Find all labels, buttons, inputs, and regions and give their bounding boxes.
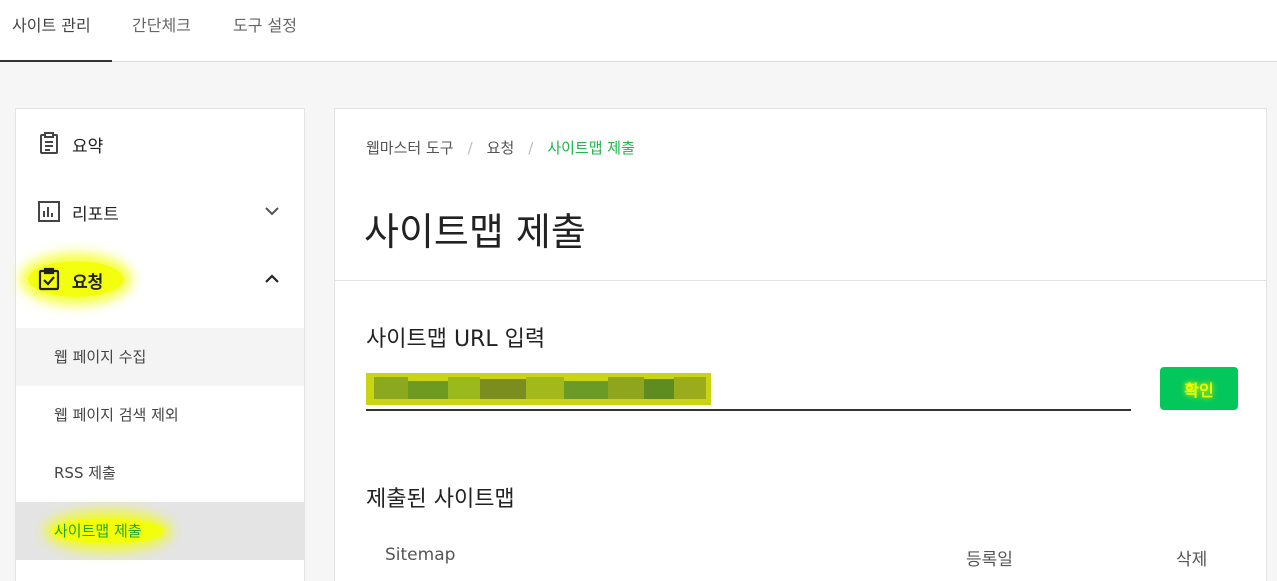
breadcrumb-item[interactable]: 웹마스터 도구 xyxy=(366,139,454,157)
sidebar-subitem-label: 웹 페이지 수집 xyxy=(54,348,147,366)
breadcrumb-item[interactable]: 요청 xyxy=(487,139,515,157)
sidebar-subitem-sitemap[interactable]: 사이트맵 제출 xyxy=(16,502,304,560)
main-panel: 웹마스터 도구 / 요청 / 사이트맵 제출 사이트맵 제출 사이트맵 URL 입력 확… xyxy=(334,108,1267,581)
clipboard-icon xyxy=(37,131,61,155)
sidebar: 요약 리포트 요청 웹 페이지 수집 웹 페이지 검색 제외 RSS 제출 사이… xyxy=(15,108,305,581)
url-section-title: 사이트맵 URL 입력 xyxy=(366,327,546,352)
breadcrumb: 웹마스터 도구 / 요청 / 사이트맵 제출 xyxy=(366,139,635,157)
divider xyxy=(335,280,1266,281)
redacted-url-value xyxy=(366,373,711,405)
sidebar-item-label: 요청 xyxy=(72,273,104,293)
sidebar-item-label: 요약 xyxy=(72,137,104,157)
sidebar-item-summary[interactable]: 요약 xyxy=(16,111,304,175)
sidebar-item-request[interactable]: 요청 xyxy=(16,247,304,311)
sidebar-subitem-page-collection[interactable]: 웹 페이지 수집 xyxy=(16,328,304,386)
sidebar-item-report[interactable]: 리포트 xyxy=(16,179,304,243)
sidebar-subitem-page-exclusion[interactable]: 웹 페이지 검색 제외 xyxy=(16,386,304,444)
sidebar-subitem-label: 웹 페이지 검색 제외 xyxy=(54,406,179,424)
top-navigation: 사이트 관리 간단체크 도구 설정 xyxy=(0,0,1277,62)
chevron-down-icon xyxy=(262,201,282,221)
chevron-up-icon xyxy=(262,269,282,289)
table-header-delete: 삭제 xyxy=(1176,550,1208,570)
bar-chart-icon xyxy=(37,199,61,223)
breadcrumb-current: 사이트맵 제출 xyxy=(547,139,635,157)
sidebar-subitem-label: 사이트맵 제출 xyxy=(54,522,142,540)
table-header-sitemap: Sitemap xyxy=(385,545,456,565)
table-header-registered-date: 등록일 xyxy=(966,550,1013,570)
sidebar-item-label: 리포트 xyxy=(72,205,119,225)
confirm-button[interactable]: 확인 xyxy=(1160,367,1238,410)
page-title: 사이트맵 제출 xyxy=(364,210,586,254)
sidebar-subitem-label: RSS 제출 xyxy=(54,464,116,482)
tab-simple-check[interactable]: 간단체크 xyxy=(132,0,191,62)
confirm-button-label: 확인 xyxy=(1184,380,1214,400)
clipboard-check-icon xyxy=(37,267,61,291)
tab-tool-settings[interactable]: 도구 설정 xyxy=(233,0,297,62)
sidebar-subitem-rss[interactable]: RSS 제출 xyxy=(16,444,304,502)
sitemap-url-input[interactable] xyxy=(366,367,1131,411)
tab-site-management[interactable]: 사이트 관리 xyxy=(0,0,112,62)
submitted-sitemaps-title: 제출된 사이트맵 xyxy=(366,487,515,512)
